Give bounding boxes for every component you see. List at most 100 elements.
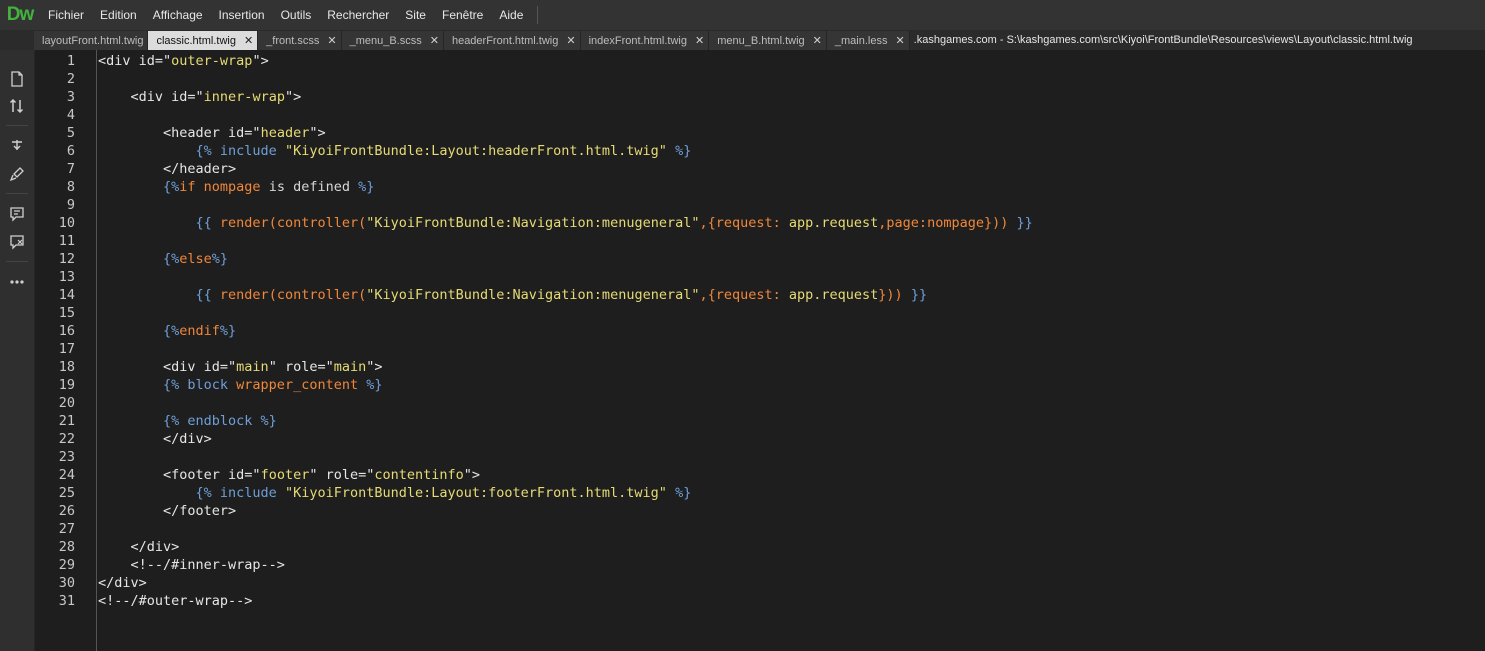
code-line[interactable]: </div>	[98, 574, 147, 592]
wand-icon[interactable]	[5, 135, 29, 157]
line-number: 26	[58, 503, 75, 519]
code-line[interactable]: <div id="main" role="main">	[98, 358, 383, 376]
line-number: 20	[58, 395, 75, 411]
close-icon[interactable]: ✕	[695, 34, 704, 47]
menu-separator	[537, 6, 539, 24]
code-line[interactable]: </header>	[98, 160, 236, 178]
close-icon[interactable]: ✕	[566, 34, 575, 47]
tab-menu-b-scss[interactable]: _menu_B.scss ✕	[341, 31, 444, 50]
tab-label: menu_B.html.twig	[717, 34, 805, 47]
line-number: 7	[66, 161, 75, 177]
line-number: 28	[58, 539, 75, 555]
code-token: ,{request:	[699, 287, 789, 303]
code-token: %}	[358, 377, 383, 393]
close-icon[interactable]: ✕	[327, 34, 336, 47]
tab-indexfront[interactable]: indexFront.html.twig ✕	[580, 31, 710, 50]
code-line[interactable]: {{ render(controller("KiyoiFrontBundle:N…	[98, 286, 928, 304]
comment-remove-icon[interactable]	[5, 231, 29, 253]
code-line[interactable]: {% include "KiyoiFrontBundle:Layout:head…	[98, 142, 692, 160]
code-line[interactable]: <div id="outer-wrap">	[98, 52, 269, 70]
brush-icon[interactable]	[5, 163, 29, 185]
code-token: {% block	[98, 377, 237, 393]
code-line[interactable]: </div>	[98, 538, 180, 556]
code-token: ">	[366, 359, 383, 375]
menu-outils[interactable]: Outils	[273, 0, 320, 30]
code-token: {% endblock %}	[98, 413, 277, 429]
code-token: }))	[878, 287, 911, 303]
code-line[interactable]: <header id="header">	[98, 124, 326, 142]
file-icon[interactable]	[5, 68, 29, 90]
file-path-label: .kashgames.com - S:\kashgames.com\src\Ki…	[909, 31, 1413, 50]
tab-classic[interactable]: classic.html.twig ✕	[148, 31, 259, 50]
menu-affichage[interactable]: Affichage	[145, 0, 211, 30]
line-number: 24	[58, 467, 75, 483]
code-token: outer-wrap	[171, 53, 253, 69]
code-token: "KiyoiFrontBundle:Navigation:menugeneral…	[366, 287, 700, 303]
code-line[interactable]: {%if nompage is defined %}	[98, 178, 374, 196]
menu-fenetre[interactable]: Fenêtre	[434, 0, 491, 30]
code-line[interactable]: {% include "KiyoiFrontBundle:Layout:foot…	[98, 484, 692, 502]
code-token: {%	[98, 251, 180, 267]
code-line[interactable]: <div id="inner-wrap">	[98, 88, 302, 106]
code-token: else	[179, 251, 212, 267]
menu-edition[interactable]: Edition	[92, 0, 145, 30]
tab-layoutfront[interactable]: layoutFront.html.twig	[34, 31, 149, 50]
code-token: }}	[1016, 215, 1033, 231]
code-token: <footer id="	[98, 467, 261, 483]
code-line[interactable]: </div>	[98, 430, 212, 448]
line-number: 23	[58, 449, 75, 465]
sort-arrows-icon[interactable]	[5, 95, 29, 117]
close-icon[interactable]: ✕	[430, 34, 439, 47]
close-icon[interactable]: ✕	[244, 34, 253, 47]
menu-aide[interactable]: Aide	[491, 0, 531, 30]
code-token: ,{request:	[699, 215, 789, 231]
code-token: "KiyoiFrontBundle:Navigation:menugeneral…	[366, 215, 700, 231]
line-number: 5	[66, 125, 75, 141]
code-line[interactable]: <!--/#inner-wrap-->	[98, 556, 285, 574]
tab-label: _front.scss	[266, 34, 320, 47]
tab-headerfront[interactable]: headerFront.html.twig ✕	[443, 31, 581, 50]
code-line[interactable]: </footer>	[98, 502, 236, 520]
code-token: <!--/#inner-wrap-->	[98, 557, 285, 573]
code-token: endif	[179, 323, 220, 339]
code-token: }}	[910, 287, 928, 303]
menu-site[interactable]: Site	[397, 0, 434, 30]
code-token: main	[236, 359, 269, 375]
code-token: render(controller(	[219, 215, 367, 231]
line-number: 22	[58, 431, 75, 447]
comment-icon[interactable]	[5, 203, 29, 225]
code-editor[interactable]: <div id="outer-wrap"> <div id="inner-wra…	[97, 50, 1485, 651]
code-token: "KiyoiFrontBundle:Layout:footerFront.htm…	[284, 485, 667, 501]
more-icon[interactable]	[5, 271, 29, 293]
code-token: <div id="	[98, 89, 204, 105]
code-line[interactable]: {% block wrapper_content %}	[98, 376, 382, 394]
tab-menu-b-twig[interactable]: menu_B.html.twig ✕	[709, 31, 827, 50]
menu-insertion[interactable]: Insertion	[211, 0, 273, 30]
code-line[interactable]: <footer id="footer" role="contentinfo">	[98, 466, 480, 484]
close-icon[interactable]: ✕	[813, 34, 822, 47]
code-token: ">	[284, 89, 302, 105]
code-line[interactable]: {%else%}	[98, 250, 228, 268]
menu-rechercher[interactable]: Rechercher	[319, 0, 397, 30]
tab-label: classic.html.twig	[156, 34, 236, 47]
code-token: ">	[309, 125, 326, 141]
code-line[interactable]: <!--/#outer-wrap-->	[98, 592, 252, 610]
tab-front-scss[interactable]: _front.scss ✕	[258, 31, 342, 50]
toolbar-separator	[6, 193, 28, 194]
code-token: %}	[219, 323, 237, 339]
code-token: </div>	[98, 431, 212, 447]
line-number: 17	[58, 341, 75, 357]
menu-fichier[interactable]: Fichier	[40, 0, 92, 30]
code-token: " role="	[268, 359, 334, 375]
document-tab-bar: layoutFront.html.twig classic.html.twig …	[0, 31, 1485, 50]
code-token: ,page:nompage}))	[878, 215, 1017, 231]
tab-main-less[interactable]: _main.less ✕	[826, 31, 910, 50]
code-line[interactable]: {% endblock %}	[98, 412, 277, 430]
line-number-gutter: 1 2 3 4 5 6 7 8 9 10 11 12 13 14 15 16 17 18 19 20 21 22 23 24 2…	[35, 50, 97, 651]
code-line[interactable]: {{ render(controller("KiyoiFrontBundle:N…	[98, 214, 1033, 232]
close-icon[interactable]: ✕	[895, 34, 904, 47]
tab-label: indexFront.html.twig	[588, 34, 687, 47]
tab-label: layoutFront.html.twig	[42, 34, 144, 47]
code-token: <!--/#outer-wrap-->	[98, 593, 253, 609]
code-line[interactable]: {%endif%}	[98, 322, 236, 340]
